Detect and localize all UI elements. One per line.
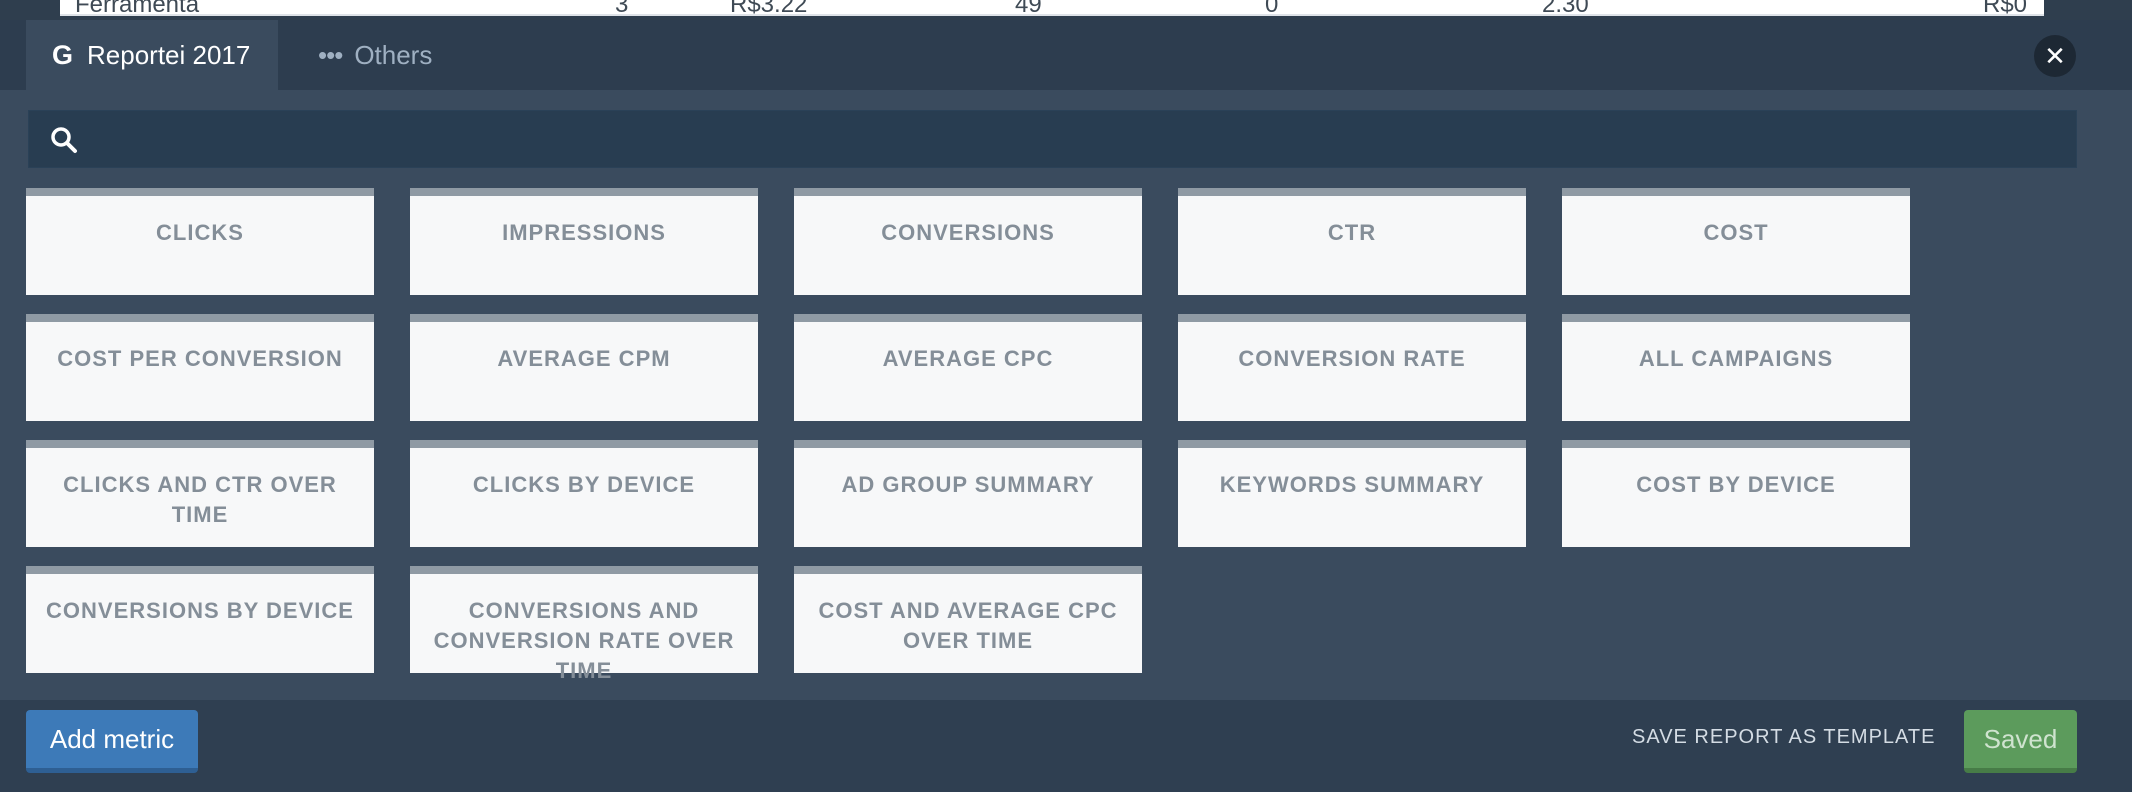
- metric-card-clicks-by-device[interactable]: CLICKS BY DEVICE: [410, 440, 758, 547]
- search-bar: [28, 110, 2077, 168]
- metric-label: ALL CAMPAIGNS: [1638, 346, 1834, 371]
- metric-label: AVERAGE CPC: [882, 346, 1054, 371]
- add-metric-button[interactable]: Add metric: [26, 710, 198, 773]
- metric-label: CONVERSIONS AND CONVERSION RATE OVER TIM…: [433, 598, 735, 683]
- metric-label: CLICKS AND CTR OVER TIME: [63, 472, 337, 527]
- metric-card-cost-by-device[interactable]: COST BY DEVICE: [1562, 440, 1910, 547]
- row-col4: 0: [1265, 0, 1279, 16]
- background-table-row: Ferramenta 3 R$3.22 49 0 2.30 R$0: [60, 0, 2044, 16]
- google-g-icon: G: [52, 39, 74, 70]
- metric-card-average-cpm[interactable]: AVERAGE CPM: [410, 314, 758, 421]
- metric-label: COST PER CONVERSION: [57, 346, 343, 371]
- metric-card-clicks-and-ctr-over-time[interactable]: CLICKS AND CTR OVER TIME: [26, 440, 374, 547]
- background-table-strip: Ferramenta 3 R$3.22 49 0 2.30 R$0: [0, 0, 2132, 20]
- metric-card-cost-per-conversion[interactable]: COST PER CONVERSION: [26, 314, 374, 421]
- row-col6: R$0: [1983, 0, 2028, 16]
- metric-card-ad-group-summary[interactable]: AD GROUP SUMMARY: [794, 440, 1142, 547]
- metric-card-clicks[interactable]: CLICKS: [26, 188, 374, 295]
- metric-label: KEYWORDS SUMMARY: [1219, 472, 1485, 497]
- metric-label: CLICKS BY DEVICE: [472, 472, 696, 497]
- metric-label: COST BY DEVICE: [1636, 472, 1836, 497]
- metric-label: COST: [1703, 220, 1769, 245]
- metric-label: CONVERSION RATE: [1238, 346, 1466, 371]
- search-icon: [51, 127, 77, 153]
- ellipsis-icon: •••: [318, 39, 343, 70]
- metric-label: CONVERSIONS: [881, 220, 1055, 245]
- metric-card-conversion-rate[interactable]: CONVERSION RATE: [1178, 314, 1526, 421]
- metric-card-impressions[interactable]: IMPRESSIONS: [410, 188, 758, 295]
- modal-footer: Add metric SAVE REPORT AS TEMPLATE Saved: [0, 700, 2132, 792]
- metric-card-cost[interactable]: COST: [1562, 188, 1910, 295]
- row-name: Ferramenta: [75, 0, 200, 16]
- row-col3: 49: [1015, 0, 1042, 16]
- metric-label: COST AND AVERAGE CPC OVER TIME: [818, 598, 1118, 653]
- tab-others[interactable]: ••• Others: [318, 20, 432, 90]
- metric-label: IMPRESSIONS: [502, 220, 666, 245]
- row-col5: 2.30: [1542, 0, 1589, 16]
- close-icon: ✕: [2044, 40, 2066, 71]
- tab-reportei-2017[interactable]: G Reportei 2017: [26, 20, 278, 90]
- tab-bar: G Reportei 2017 ••• Others ✕: [0, 20, 2132, 90]
- metric-card-conversions[interactable]: CONVERSIONS: [794, 188, 1142, 295]
- metric-card-keywords-summary[interactable]: KEYWORDS SUMMARY: [1178, 440, 1526, 547]
- metric-label: AVERAGE CPM: [497, 346, 671, 371]
- metric-card-average-cpc[interactable]: AVERAGE CPC: [794, 314, 1142, 421]
- metric-card-cost-and-average-cpc-over-time[interactable]: COST AND AVERAGE CPC OVER TIME: [794, 566, 1142, 673]
- metric-card-ctr[interactable]: CTR: [1178, 188, 1526, 295]
- saved-button[interactable]: Saved: [1964, 710, 2077, 773]
- metric-card-all-campaigns[interactable]: ALL CAMPAIGNS: [1562, 314, 1910, 421]
- save-report-as-template-link[interactable]: SAVE REPORT AS TEMPLATE: [1632, 726, 1935, 749]
- row-col1: 3: [615, 0, 629, 16]
- metric-label: CTR: [1327, 220, 1377, 245]
- close-button[interactable]: ✕: [2034, 35, 2076, 77]
- tab-label: Reportei 2017: [87, 39, 251, 70]
- tab-label: Others: [354, 39, 433, 70]
- row-col2: R$3.22: [730, 0, 808, 16]
- metric-label: AD GROUP SUMMARY: [841, 472, 1095, 497]
- metric-label: CONVERSIONS BY DEVICE: [46, 598, 354, 623]
- search-input[interactable]: [99, 111, 2059, 167]
- metric-label: CLICKS: [156, 220, 244, 245]
- metric-picker-modal: G Reportei 2017 ••• Others ✕ CLICKS IMPR…: [0, 20, 2132, 792]
- metric-card-conversions-by-device[interactable]: CONVERSIONS BY DEVICE: [26, 566, 374, 673]
- metric-card-conversions-and-rate-over-time[interactable]: CONVERSIONS AND CONVERSION RATE OVER TIM…: [410, 566, 758, 683]
